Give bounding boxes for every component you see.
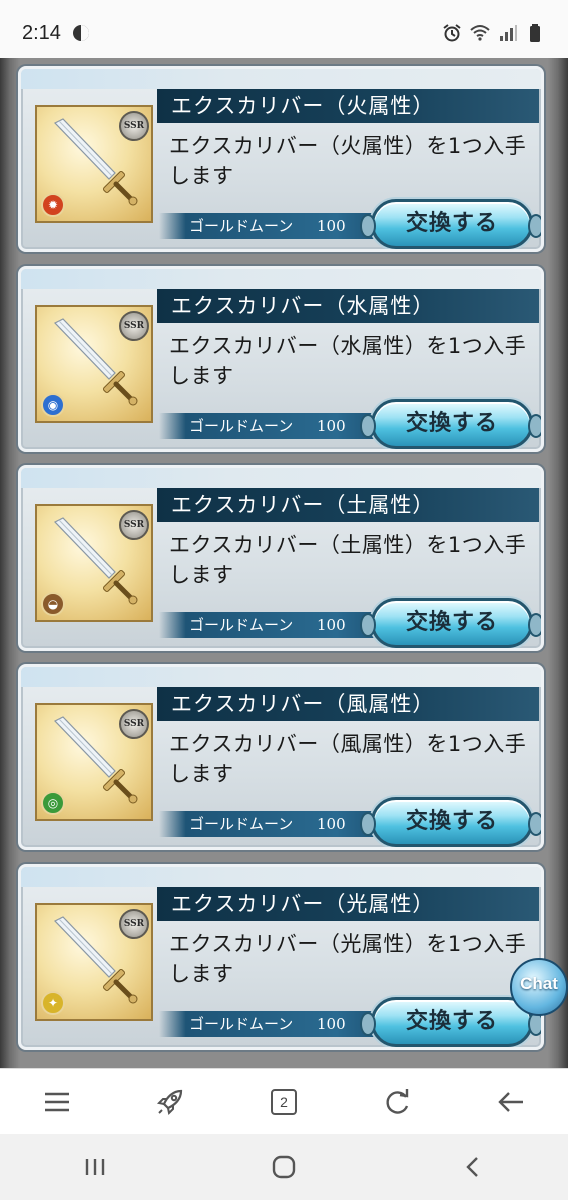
- game-shop-area: SSR ✹ エクスカリバー（火属性） エクスカリバー（火属性）を1つ入手します …: [0, 58, 568, 1068]
- water-element-icon: ◉: [41, 393, 65, 417]
- tab-count: 2: [270, 1088, 297, 1115]
- exchange-item-card: SSR ◉ エクスカリバー（水属性） エクスカリバー（水属性）を1つ入手します …: [18, 266, 544, 452]
- item-title: エクスカリバー（土属性）: [157, 488, 539, 522]
- cost-currency: ゴールドムーン: [189, 815, 294, 833]
- exchange-button-label: 交換する: [405, 1009, 498, 1034]
- wifi-icon: [470, 25, 490, 41]
- item-description: エクスカリバー（風属性）を1つ入手します: [169, 732, 527, 786]
- exchange-button-label: 交換する: [405, 211, 498, 236]
- recent-apps-icon[interactable]: [75, 1147, 115, 1187]
- browser-toolbar: 2: [0, 1068, 568, 1134]
- rarity-badge: SSR: [119, 510, 149, 540]
- status-bar: 2:14: [0, 0, 568, 66]
- system-nav-bar: [0, 1134, 568, 1200]
- rocket-icon[interactable]: [150, 1082, 190, 1122]
- item-title: エクスカリバー（火属性）: [157, 89, 539, 123]
- item-thumbnail[interactable]: SSR ◒: [35, 504, 153, 622]
- cost-currency: ゴールドムーン: [189, 417, 294, 435]
- cost-bar: ゴールドムーン 100: [159, 1011, 381, 1037]
- item-thumbnail[interactable]: SSR ✹: [35, 105, 153, 223]
- light-element-icon: ✦: [41, 991, 65, 1015]
- item-title: エクスカリバー（風属性）: [157, 687, 539, 721]
- data-saver-icon: [72, 25, 89, 41]
- cost-amount: 100: [317, 815, 346, 833]
- item-title: エクスカリバー（光属性）: [157, 887, 539, 921]
- rarity-badge: SSR: [119, 709, 149, 739]
- exchange-button-label: 交換する: [405, 809, 498, 834]
- exchange-item-card: SSR ✦ エクスカリバー（光属性） エクスカリバー（光属性）を1つ入手します …: [18, 864, 544, 1050]
- chat-button-label: Chat: [520, 974, 558, 993]
- earth-element-icon: ◒: [41, 592, 65, 616]
- rarity-badge: SSR: [119, 111, 149, 141]
- item-thumbnail[interactable]: SSR ✦: [35, 903, 153, 1021]
- tabs-icon[interactable]: 2: [264, 1082, 304, 1122]
- cost-amount: 100: [317, 1015, 346, 1033]
- item-thumbnail[interactable]: SSR ◉: [35, 305, 153, 423]
- back-icon[interactable]: [453, 1147, 493, 1187]
- chat-button[interactable]: Chat: [510, 958, 568, 1016]
- back-arrow-icon[interactable]: [491, 1082, 531, 1122]
- cost-bar: ゴールドムーン 100: [159, 612, 381, 638]
- status-time: 2:14: [22, 21, 61, 44]
- exchange-item-card: SSR ✹ エクスカリバー（火属性） エクスカリバー（火属性）を1つ入手します …: [18, 66, 544, 252]
- exchange-button[interactable]: 交換する: [360, 797, 541, 847]
- item-thumbnail[interactable]: SSR ◎: [35, 703, 153, 821]
- signal-icon: [500, 25, 517, 41]
- exchange-button[interactable]: 交換する: [360, 399, 541, 449]
- item-description: エクスカリバー（水属性）を1つ入手します: [169, 334, 527, 388]
- battery-icon: [530, 24, 540, 42]
- exchange-item-card: SSR ◒ エクスカリバー（土属性） エクスカリバー（土属性）を1つ入手します …: [18, 465, 544, 651]
- exchange-button-label: 交換する: [405, 411, 498, 436]
- menu-icon[interactable]: [37, 1082, 77, 1122]
- cost-bar: ゴールドムーン 100: [159, 811, 381, 837]
- cost-amount: 100: [317, 616, 346, 634]
- item-title: エクスカリバー（水属性）: [157, 289, 539, 323]
- cost-bar: ゴールドムーン 100: [159, 413, 381, 439]
- cost-amount: 100: [317, 217, 346, 235]
- item-description: エクスカリバー（光属性）を1つ入手します: [169, 932, 527, 986]
- wind-element-icon: ◎: [41, 791, 65, 815]
- rarity-badge: SSR: [119, 311, 149, 341]
- exchange-item-card: SSR ◎ エクスカリバー（風属性） エクスカリバー（風属性）を1つ入手します …: [18, 664, 544, 850]
- cost-currency: ゴールドムーン: [189, 1015, 294, 1033]
- exchange-button-label: 交換する: [405, 610, 498, 635]
- refresh-icon[interactable]: [378, 1082, 418, 1122]
- fire-element-icon: ✹: [41, 193, 65, 217]
- item-description: エクスカリバー（火属性）を1つ入手します: [169, 134, 527, 188]
- home-icon[interactable]: [264, 1147, 304, 1187]
- item-description: エクスカリバー（土属性）を1つ入手します: [169, 533, 527, 587]
- exchange-button[interactable]: 交換する: [360, 598, 541, 648]
- cost-bar: ゴールドムーン 100: [159, 213, 381, 239]
- rarity-badge: SSR: [119, 909, 149, 939]
- exchange-button[interactable]: 交換する: [360, 199, 541, 249]
- alarm-icon: [443, 24, 461, 42]
- cost-amount: 100: [317, 417, 346, 435]
- exchange-button[interactable]: 交換する: [360, 997, 541, 1047]
- cost-currency: ゴールドムーン: [189, 217, 294, 235]
- cost-currency: ゴールドムーン: [189, 616, 294, 634]
